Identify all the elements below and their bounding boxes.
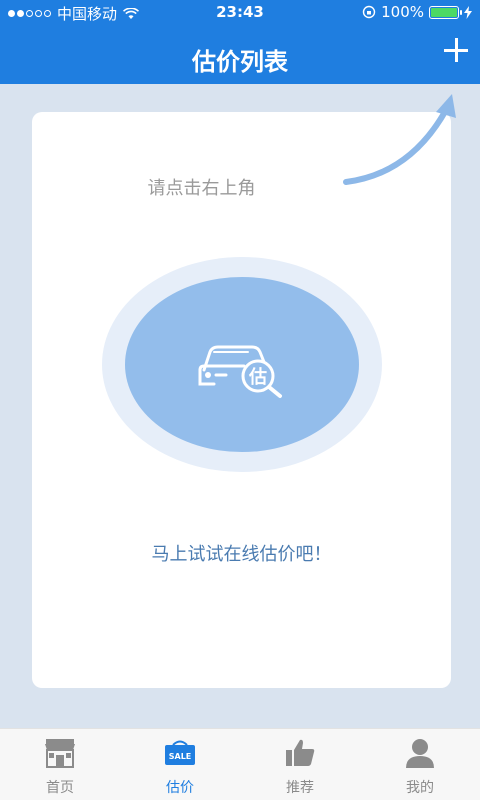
- sale-badge-text: SALE: [169, 752, 192, 761]
- car-valuation-icon: 估: [198, 345, 282, 398]
- battery-percent: 100%: [381, 3, 424, 21]
- sale-tag-icon: SALE: [162, 735, 198, 771]
- store-icon: [42, 735, 78, 771]
- empty-state-card: 请点击右上角 估 马上试试在线估价吧！: [32, 112, 451, 688]
- tab-label-valuation: 估价: [166, 780, 194, 796]
- tab-label-mine: 我的: [406, 780, 434, 796]
- tab-recommend[interactable]: 推荐: [240, 729, 360, 800]
- charging-icon: [464, 5, 472, 19]
- tab-valuation[interactable]: SALE 估价: [120, 729, 240, 800]
- hint-text: 请点击右上角: [147, 178, 256, 199]
- tab-home[interactable]: 首页: [0, 729, 120, 800]
- cta-text: 马上试试在线估价吧！: [151, 544, 332, 565]
- valuation-char: 估: [248, 366, 267, 388]
- page-title: 估价列表: [192, 48, 288, 76]
- tab-mine[interactable]: 我的: [360, 729, 480, 800]
- add-button[interactable]: [444, 38, 468, 62]
- illustration-inner-circle: 估: [125, 277, 359, 452]
- status-bar: 中国移动 23:43 100%: [0, 0, 480, 24]
- illustration-outer-circle: 估: [102, 257, 382, 472]
- rotation-lock-icon: [362, 5, 376, 19]
- top-bar: 中国移动 23:43 100% 估价列表: [0, 0, 480, 84]
- user-icon: [402, 735, 438, 771]
- tab-label-home: 首页: [46, 780, 74, 796]
- battery-icon: [429, 5, 462, 19]
- tab-bar: 首页 SALE 估价 推荐 我的: [0, 728, 480, 800]
- status-right: 100%: [362, 3, 472, 21]
- tab-label-recommend: 推荐: [286, 780, 314, 796]
- nav-bar: 估价列表: [0, 24, 480, 84]
- thumbs-up-icon: [282, 735, 318, 771]
